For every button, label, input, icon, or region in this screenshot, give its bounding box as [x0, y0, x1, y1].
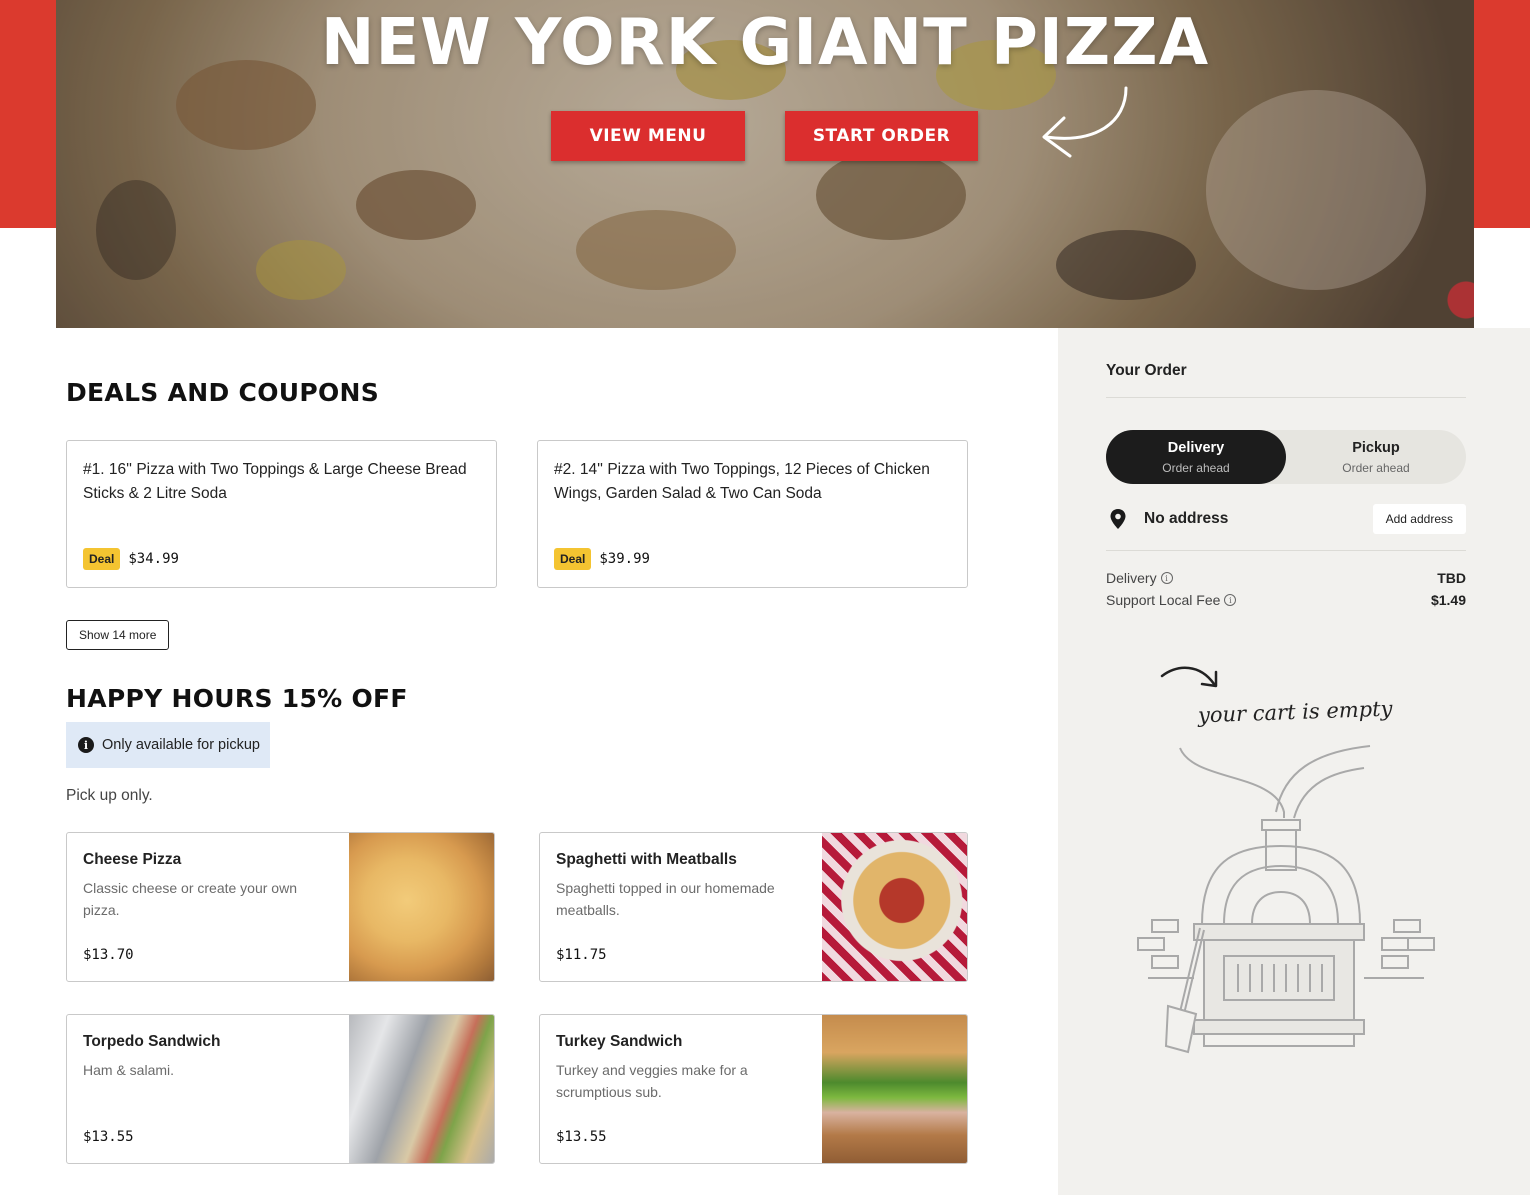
- item-price: $13.55: [556, 1129, 607, 1145]
- page: NEW YORK GIANT PIZZA VIEW MENU START ORD…: [0, 0, 1530, 1195]
- menu-item-card[interactable]: Cheese Pizza Classic cheese or create yo…: [66, 832, 495, 982]
- deals-section-title: DEALS AND COUPONS: [66, 378, 380, 407]
- deal-name: #2. 14'' Pizza with Two Toppings, 12 Pie…: [554, 461, 930, 502]
- item-description: Turkey and veggies make for a scrumptiou…: [556, 1062, 748, 1100]
- fee-value: $1.49: [1430, 592, 1466, 608]
- item-name: Turkey Sandwich: [556, 1033, 683, 1050]
- fee-value: TBD: [1437, 570, 1466, 586]
- start-order-button[interactable]: START ORDER: [785, 111, 978, 161]
- order-sidebar: Your Order Delivery Order ahead Pickup O…: [1058, 328, 1530, 1195]
- fee-label: Support Local Fee: [1106, 592, 1221, 608]
- deal-badge: Deal: [83, 548, 121, 570]
- deal-card[interactable]: #2. 14'' Pizza with Two Toppings, 12 Pie…: [537, 440, 968, 588]
- address-text: No address: [1144, 510, 1229, 527]
- happy-hours-section-title: HAPPY HOURS 15% OFF: [66, 684, 408, 713]
- spaghetti-image: [822, 833, 967, 981]
- deal-card[interactable]: #1. 16'' Pizza with Two Toppings & Large…: [66, 440, 497, 588]
- deal-footer: Deal $34.99: [83, 548, 179, 570]
- notice-text: Only available for pickup: [102, 737, 260, 753]
- turkey-sandwich-image: [822, 1015, 967, 1163]
- hero-image: NEW YORK GIANT PIZZA VIEW MENU START ORD…: [56, 0, 1474, 328]
- deal-badge: Deal: [554, 548, 592, 570]
- pickup-sub: Order ahead: [1342, 460, 1410, 475]
- view-menu-button[interactable]: VIEW MENU: [551, 111, 745, 161]
- show-more-deals-button[interactable]: Show 14 more: [66, 620, 170, 650]
- deal-price: $39.99: [599, 551, 650, 567]
- curved-arrow-icon: [1160, 666, 1218, 688]
- info-icon[interactable]: i: [1224, 594, 1237, 606]
- deal-name: #1. 16'' Pizza with Two Toppings & Large…: [83, 461, 467, 502]
- item-description: Classic cheese or create your own pizza.: [83, 880, 297, 918]
- fulfillment-toggle: Delivery Order ahead Pickup Order ahead: [1106, 430, 1466, 484]
- fee-row: Support Local Fee i $1.49: [1106, 592, 1466, 608]
- item-price: $13.55: [83, 1129, 134, 1145]
- fee-row: Delivery i TBD: [1106, 570, 1466, 586]
- item-description: Ham & salami.: [83, 1062, 175, 1078]
- torpedo-sandwich-image: [349, 1015, 494, 1163]
- info-icon[interactable]: i: [1160, 572, 1173, 584]
- fee-label: Delivery: [1106, 570, 1157, 586]
- pizza-oven-illustration: [1137, 745, 1435, 1054]
- order-title: Your Order: [1106, 362, 1187, 379]
- delivery-option[interactable]: Delivery Order ahead: [1106, 430, 1286, 484]
- item-name: Torpedo Sandwich: [83, 1033, 221, 1050]
- add-address-button[interactable]: Add address: [1372, 504, 1466, 534]
- divider: [1106, 397, 1466, 398]
- delivery-sub: Order ahead: [1162, 460, 1230, 475]
- address-row: No address Add address: [1106, 504, 1466, 534]
- menu-item-card[interactable]: Torpedo Sandwich Ham & salami. $13.55: [66, 1014, 495, 1164]
- pickup-only-notice: i Only available for pickup: [66, 722, 270, 768]
- location-pin-icon: [1110, 509, 1126, 529]
- divider: [1106, 550, 1466, 551]
- item-price: $13.70: [83, 947, 134, 963]
- cheese-pizza-image: [349, 833, 494, 981]
- hand-drawn-arrow-icon: [1042, 86, 1128, 158]
- item-name: Spaghetti with Meatballs: [556, 851, 737, 868]
- pickup-label: Pickup: [1352, 439, 1400, 456]
- section-description: Pick up only.: [66, 787, 153, 804]
- deal-footer: Deal $39.99: [554, 548, 650, 570]
- pickup-option[interactable]: Pickup Order ahead: [1286, 430, 1466, 484]
- info-icon: i: [78, 737, 94, 753]
- item-price: $11.75: [556, 947, 607, 963]
- menu-item-card[interactable]: Turkey Sandwich Turkey and veggies make …: [539, 1014, 968, 1164]
- delivery-label: Delivery: [1167, 439, 1225, 456]
- menu-item-card[interactable]: Spaghetti with Meatballs Spaghetti toppe…: [539, 832, 968, 982]
- item-name: Cheese Pizza: [83, 851, 182, 868]
- deal-price: $34.99: [128, 551, 179, 567]
- item-description: Spaghetti topped in our homemade meatbal…: [556, 880, 775, 918]
- restaurant-title: NEW YORK GIANT PIZZA: [320, 6, 1210, 80]
